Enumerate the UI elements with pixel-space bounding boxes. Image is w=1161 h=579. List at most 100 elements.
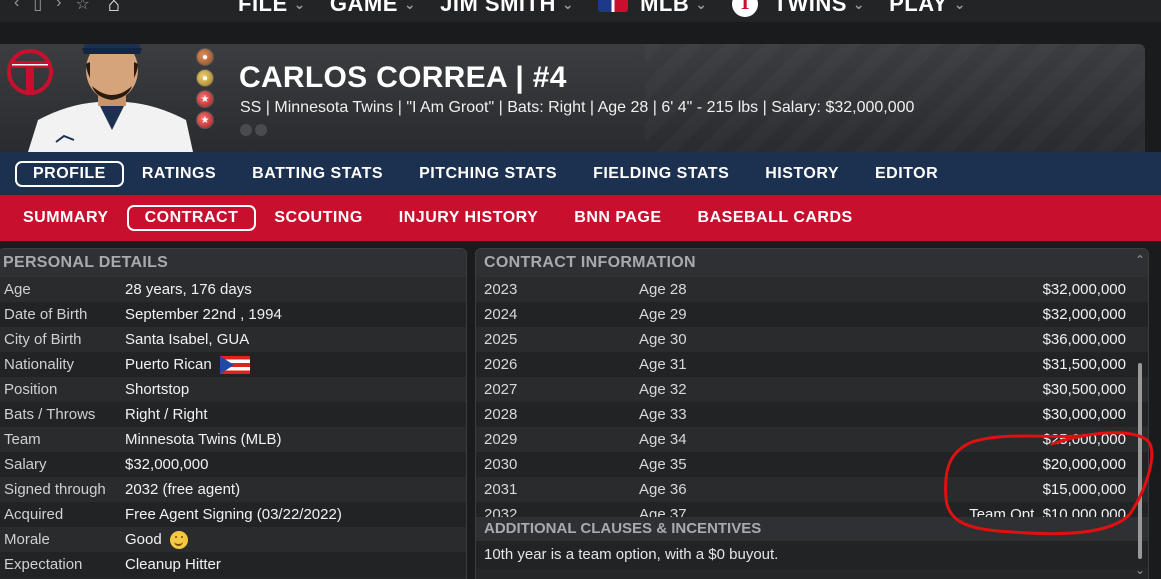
- player-indicator-dots: [240, 124, 267, 136]
- tab-baseball-cards[interactable]: BASEBALL CARDS: [680, 209, 871, 227]
- additional-clauses-text: 10th year is a team option, with a $0 bu…: [476, 541, 1148, 569]
- contract-years-list[interactable]: 2023 Age 28 $32,000,000 2024 Age 29 $32,000,…: [476, 277, 1148, 517]
- tab-scouting[interactable]: SCOUTING: [256, 209, 380, 227]
- morale-text: Good: [125, 531, 162, 548]
- svg-text:T: T: [104, 44, 116, 48]
- detail-value[interactable]: Minnesota Twins (MLB): [125, 431, 281, 448]
- tab-editor[interactable]: EDITOR: [857, 165, 956, 183]
- nav-icons: ‹ ▯ › ☆ ⌂: [14, 0, 120, 17]
- tab-ratings[interactable]: RATINGS: [124, 165, 234, 183]
- detail-row-date-of-birth: Date of Birth September 22nd , 1994: [0, 302, 466, 327]
- tab-summary[interactable]: SUMMARY: [5, 209, 127, 227]
- menu-team[interactable]: TWINS ⌄: [731, 0, 866, 17]
- contract-year: 2030: [484, 456, 518, 473]
- contract-year: 2027: [484, 381, 518, 398]
- contract-amount: $20,000,000: [1042, 456, 1126, 473]
- chevron-down-icon: ⌄: [403, 0, 417, 12]
- contract-amount: $30,500,000: [1042, 381, 1126, 398]
- contract-amount: $15,000,000: [1042, 481, 1126, 498]
- tab-injury-history[interactable]: INJURY HISTORY: [381, 209, 556, 227]
- detail-row-nationality: Nationality Puerto Rican: [0, 352, 466, 377]
- contract-year: 2023: [484, 281, 518, 298]
- detail-label: City of Birth: [4, 331, 82, 348]
- detail-row-bats-throws: Bats / Throws Right / Right: [0, 402, 466, 427]
- detail-row-expectation: Expectation Cleanup Hitter: [0, 552, 466, 577]
- detail-row-city-of-birth: City of Birth Santa Isabel, GUA: [0, 327, 466, 352]
- home-icon[interactable]: ⌂: [108, 0, 120, 17]
- detail-label: Bats / Throws: [4, 406, 96, 423]
- detail-label: Morale: [4, 531, 50, 548]
- tab-history[interactable]: HISTORY: [747, 165, 857, 183]
- award-medal-icon[interactable]: ●: [196, 48, 214, 66]
- detail-value: Right / Right: [125, 406, 208, 423]
- detail-label: Acquired: [4, 506, 64, 523]
- detail-label: Expectation: [4, 556, 83, 573]
- menu-label: PLAY: [889, 0, 948, 16]
- nationality-text: Puerto Rican: [125, 356, 212, 373]
- detail-value: Puerto Rican: [125, 355, 250, 374]
- scrollbar-thumb[interactable]: [1138, 363, 1142, 559]
- menu-manager[interactable]: JIM SMITH ⌄: [440, 0, 574, 17]
- detail-value: $32,000,000: [125, 456, 209, 473]
- award-star-icon[interactable]: ★: [196, 90, 214, 108]
- personal-details-panel: PERSONAL DETAILS Age 28 years, 176 days D…: [0, 248, 467, 579]
- page-icon[interactable]: ▯: [33, 0, 42, 17]
- menu-game[interactable]: GAME ⌄: [330, 0, 416, 17]
- puerto-rico-flag-icon: [219, 355, 250, 374]
- chevron-down-icon: ⌄: [695, 0, 708, 12]
- tab-profile[interactable]: PROFILE: [15, 160, 124, 187]
- tab-contract[interactable]: CONTRACT: [126, 205, 257, 231]
- chevron-down-icon: ⌄: [953, 0, 967, 12]
- award-medal-icon[interactable]: ●: [196, 69, 214, 87]
- menu-label: JIM SMITH: [440, 0, 556, 16]
- tab-fielding-stats[interactable]: FIELDING STATS: [575, 165, 747, 183]
- detail-row-position: Position Shortstop: [0, 377, 466, 402]
- contract-amount: $32,000,000: [1042, 281, 1126, 298]
- chevron-down-icon: ⌄: [561, 0, 575, 12]
- detail-row-team: Team Minnesota Twins (MLB): [0, 427, 466, 452]
- detail-label: Salary: [4, 456, 47, 473]
- smiley-face-icon: [169, 530, 188, 549]
- detail-value: Shortstop: [125, 381, 190, 398]
- contract-age: Age 35: [639, 456, 687, 473]
- menu-label: GAME: [329, 0, 398, 16]
- chevron-down-icon[interactable]: ⌄: [1135, 563, 1145, 577]
- contract-amount: $32,000,000: [1042, 306, 1126, 323]
- menu-play[interactable]: PLAY ⌄: [889, 0, 966, 17]
- contract-amount: $36,000,000: [1042, 331, 1126, 348]
- chevron-down-icon: ⌄: [293, 0, 306, 12]
- player-header: T ● ● ★ ★ CARLOS CORREA | #4 SS | Minnes…: [0, 44, 1145, 152]
- contract-year: 2025: [484, 331, 518, 348]
- chevron-up-icon[interactable]: ⌃: [1135, 253, 1145, 267]
- primary-tabs: PROFILE RATINGS BATTING STATS PITCHING S…: [0, 152, 1161, 195]
- contract-year: 2026: [484, 356, 518, 373]
- contract-age: Age 30: [639, 331, 687, 348]
- chevron-right-icon[interactable]: ›: [56, 0, 61, 17]
- menu-file[interactable]: FILE ⌄: [238, 0, 306, 17]
- detail-row-salary: Salary $32,000,000: [0, 452, 466, 477]
- contract-age: Age 34: [639, 431, 687, 448]
- menu-league[interactable]: MLB ⌄: [598, 0, 707, 17]
- detail-row-acquired: Acquired Free Agent Signing (03/22/2022): [0, 502, 466, 527]
- contract-age: Age 32: [639, 381, 687, 398]
- star-icon[interactable]: ☆: [75, 0, 89, 17]
- detail-row-age: Age 28 years, 176 days: [0, 277, 466, 302]
- contract-amount: $31,500,000: [1042, 356, 1126, 373]
- contract-scrollbar[interactable]: ⌃ ⌄: [1135, 253, 1145, 579]
- detail-label: Nationality: [4, 356, 75, 373]
- detail-label: Signed through: [4, 481, 106, 498]
- award-star-icon[interactable]: ★: [196, 111, 214, 129]
- tab-pitching-stats[interactable]: PITCHING STATS: [401, 165, 575, 183]
- detail-value: 2032 (free agent): [125, 481, 241, 498]
- chevron-down-icon: ⌄: [852, 0, 866, 12]
- contract-information-panel: CONTRACT INFORMATION 2023 Age 28 $32,000,0…: [475, 248, 1149, 579]
- contract-information-title: CONTRACT INFORMATION: [476, 249, 1148, 277]
- detail-row-signed-through: Signed through 2032 (free agent): [0, 477, 466, 502]
- tab-batting-stats[interactable]: BATTING STATS: [234, 165, 401, 183]
- contract-row: 2030 Age 35 $20,000,000: [476, 452, 1148, 477]
- menu-label: TWINS: [773, 0, 847, 16]
- chevron-left-icon[interactable]: ‹: [14, 0, 19, 17]
- tab-bnn-page[interactable]: BNN PAGE: [556, 209, 679, 227]
- top-menu-bar: ‹ ▯ › ☆ ⌂ FILE ⌄ GAME ⌄ JIM SMITH ⌄ MLB ⌄ TW…: [0, 0, 1161, 22]
- contract-age: Age 28: [639, 281, 687, 298]
